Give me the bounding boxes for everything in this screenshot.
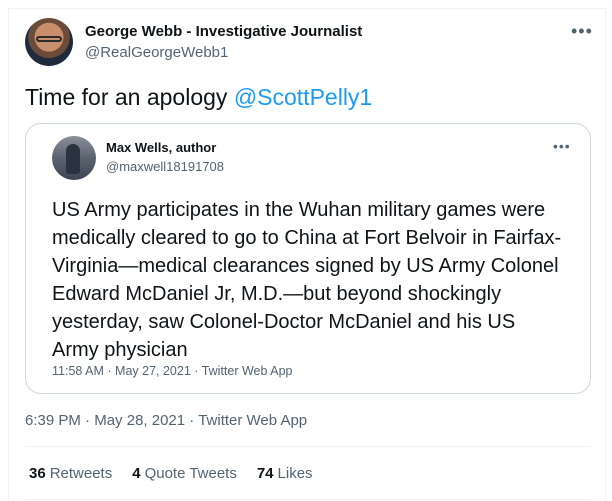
quoted-author-avatar[interactable] [52, 136, 96, 180]
meta-separator: · [194, 364, 199, 378]
quoted-source[interactable]: Twitter Web App [202, 364, 293, 378]
quote-tweets-count: 4 [132, 465, 141, 482]
mention-link[interactable]: @ScottPelly1 [234, 84, 372, 110]
meta-separator: · [85, 412, 91, 429]
quoted-more-horizontal-icon[interactable]: ••• [553, 139, 571, 153]
retweets-count: 36 [29, 465, 46, 482]
avatar-glasses [36, 36, 62, 42]
quoted-text-line: Virginia—medical clearances signed by US… [52, 255, 559, 277]
quote-tweets-label: Quote Tweets [144, 465, 237, 482]
author-handle[interactable]: @RealGeorgeWebb1 [85, 44, 228, 61]
quoted-text-line: US Army participates in the Wuhan milita… [52, 199, 546, 221]
tweet-source[interactable]: Twitter Web App [198, 412, 307, 429]
quoted-tweet[interactable]: Max Wells, author @maxwell18191708 ••• U… [25, 123, 591, 394]
meta-separator: · [189, 412, 195, 429]
tweet-text-body: Time for an apology [25, 84, 234, 110]
tweet-meta: 6:39 PM · May 28, 2021 · Twitter Web App [25, 412, 307, 429]
quoted-tweet-text: US Army participates in the Wuhan milita… [52, 196, 572, 364]
quoted-text-line: Edward McDaniel Jr, M.D.—but beyond shoc… [52, 283, 502, 305]
quoted-date[interactable]: May 27, 2021 [115, 364, 191, 378]
author-avatar[interactable] [25, 18, 73, 66]
more-horizontal-icon[interactable]: ••• [571, 22, 593, 40]
retweets-label: Retweets [49, 465, 113, 482]
quoted-author-name[interactable]: Max Wells, author [106, 140, 216, 155]
tweet-date[interactable]: May 28, 2021 [94, 412, 185, 429]
quoted-text-line: yesterday, saw Colonel-Doctor McDaniel a… [52, 311, 516, 333]
quote-tweets-stat[interactable]: 4 Quote Tweets [132, 465, 237, 482]
quoted-text-line: Army physician [52, 339, 188, 361]
quoted-timestamp[interactable]: 11:58 AM [52, 364, 104, 378]
divider [25, 499, 591, 500]
author-name[interactable]: George Webb - Investigative Journalist [85, 23, 362, 40]
retweets-stat[interactable]: 36 Retweets [29, 465, 112, 482]
engagement-stats: 36 Retweets 4 Quote Tweets 74 Likes [29, 465, 313, 482]
likes-label: Likes [277, 465, 313, 482]
quoted-author-handle[interactable]: @maxwell18191708 [106, 159, 224, 174]
meta-separator: · [107, 364, 112, 378]
tweet-timestamp[interactable]: 6:39 PM [25, 412, 81, 429]
avatar-figure [66, 144, 80, 174]
quoted-text-line: medically cleared to go to China at Fort… [52, 227, 562, 249]
likes-stat[interactable]: 74 Likes [257, 465, 313, 482]
quoted-tweet-meta: 11:58 AM · May 27, 2021 · Twitter Web Ap… [52, 364, 292, 378]
divider [25, 446, 591, 447]
likes-count: 74 [256, 465, 274, 482]
tweet-text: Time for an apology @ScottPelly1 [25, 84, 372, 111]
